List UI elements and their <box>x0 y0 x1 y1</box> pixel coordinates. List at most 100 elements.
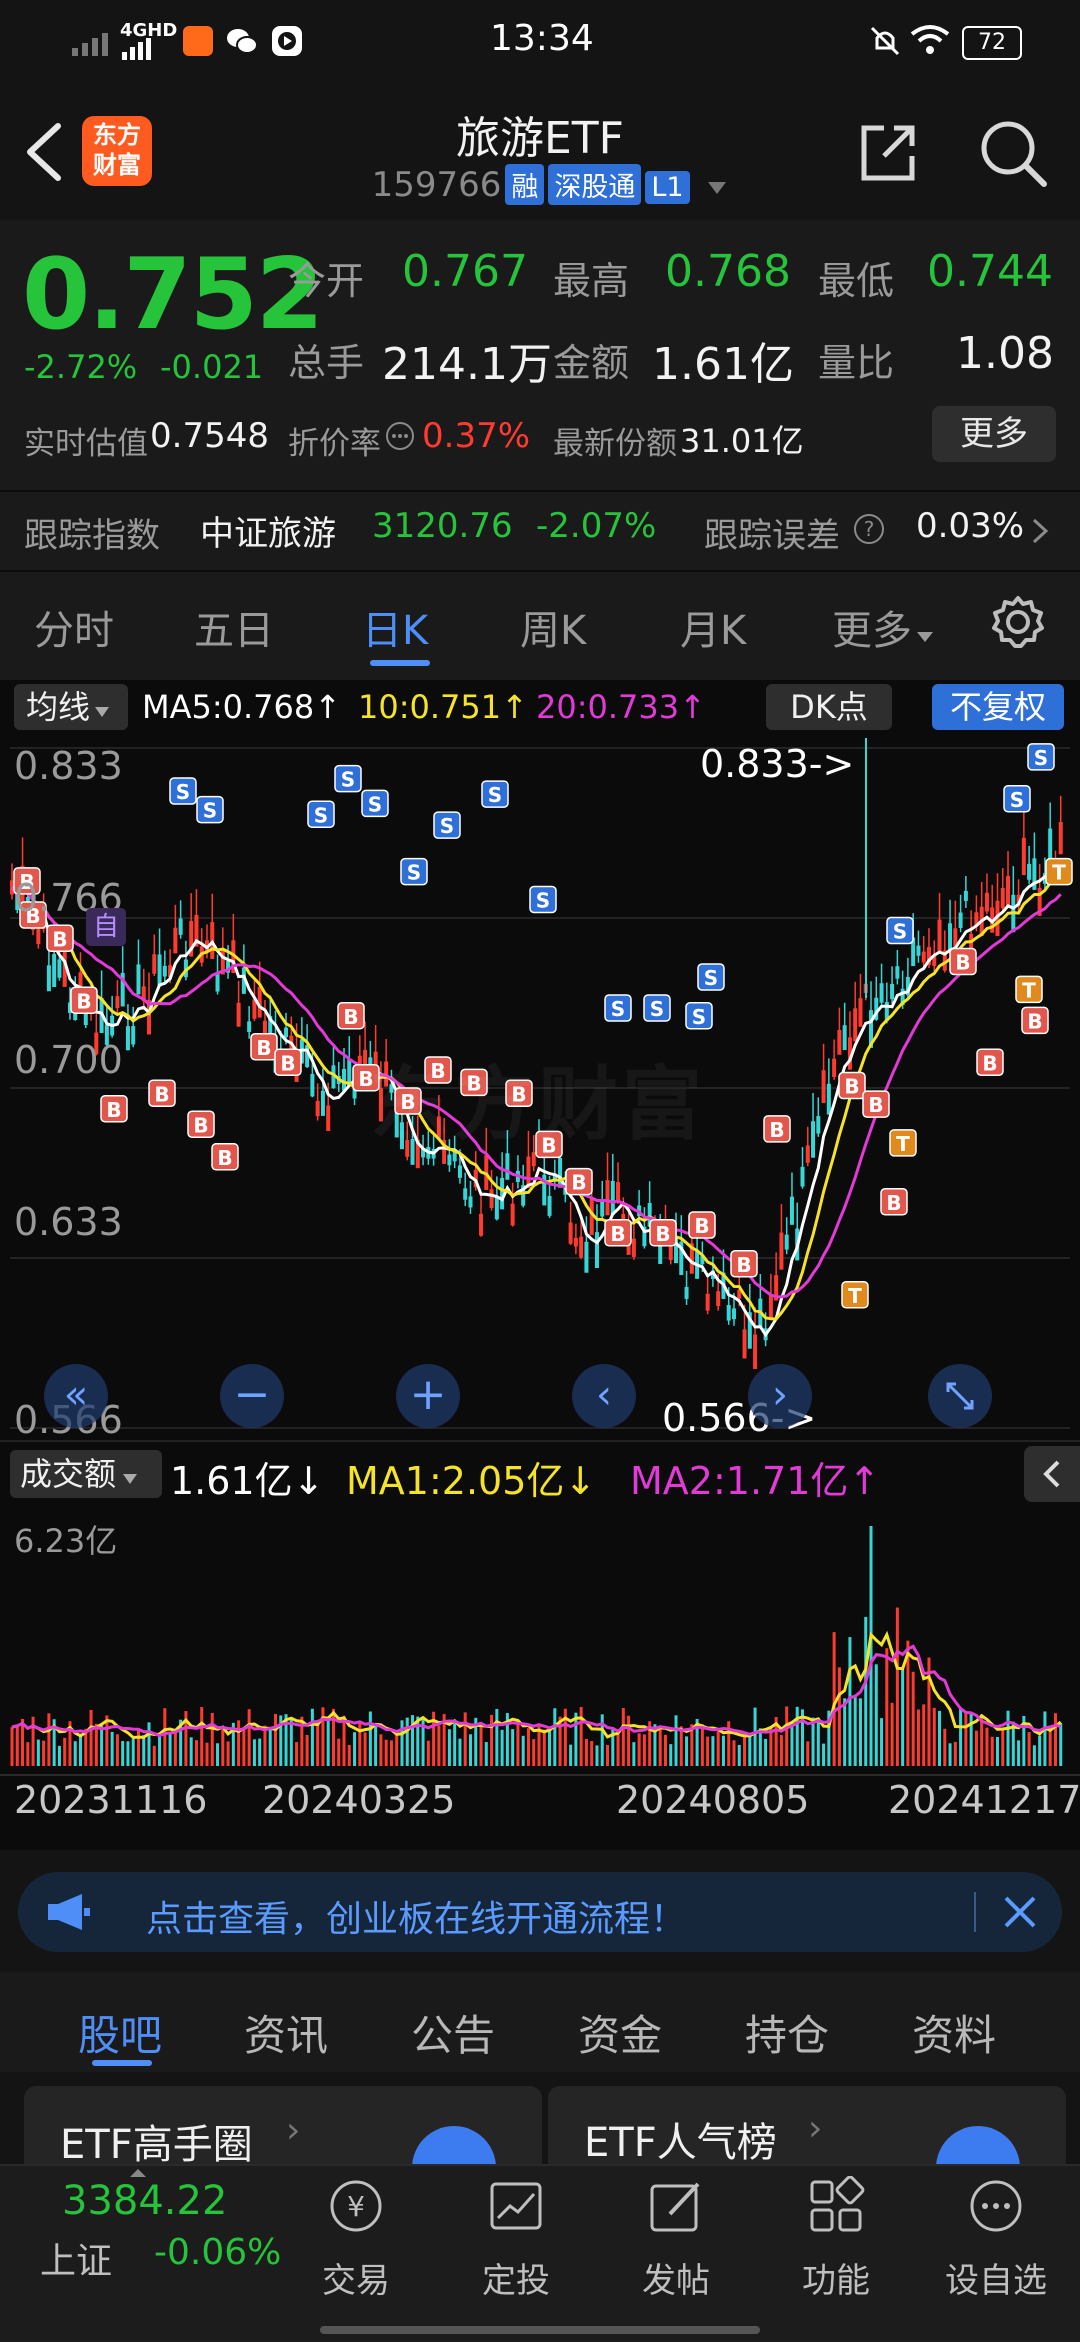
signal-marker-label: B <box>610 1222 625 1246</box>
kline-chart-area[interactable]: 均线 MA5:0.768↑ 10:0.751↑ 20:0.733↑ DK点 不复… <box>0 680 1080 1850</box>
candle-body <box>753 1334 758 1369</box>
volume-bar <box>47 1713 51 1766</box>
signal-marker-label: S <box>203 799 217 823</box>
scroll-right-button[interactable]: › <box>748 1364 812 1428</box>
close-icon[interactable] <box>1002 1894 1038 1930</box>
tab-news[interactable]: 资讯 <box>244 2002 328 2063</box>
volume-bar <box>168 1731 172 1766</box>
volume-bar <box>990 1736 994 1766</box>
candle-body <box>468 1196 473 1208</box>
volume-bar <box>853 1695 857 1766</box>
volume-bar <box>142 1735 146 1766</box>
info-dots-icon[interactable] <box>384 420 416 452</box>
volume-bar <box>948 1743 952 1766</box>
zoom-out-button[interactable]: − <box>220 1364 284 1428</box>
ma-selector[interactable]: 均线 <box>14 684 128 730</box>
more-button[interactable]: 更多 <box>932 406 1056 462</box>
nav-auto-invest[interactable]: 定投 <box>456 2176 576 2302</box>
volume-bar <box>1006 1710 1010 1766</box>
scroll-left-fast-button[interactable]: « <box>44 1364 108 1428</box>
signal-marker-label: T <box>896 1132 910 1156</box>
volume-bar <box>110 1731 114 1766</box>
candle-body <box>779 1232 784 1270</box>
nav-post-label: 发帖 <box>642 2261 710 2301</box>
tab-fund-flow[interactable]: 资金 <box>578 2002 662 2063</box>
nav-post[interactable]: 发帖 <box>616 2176 736 2302</box>
notice-banner[interactable]: 点击查看，创业板在线开通流程！ <box>18 1872 1062 1952</box>
volume-bar <box>490 1714 494 1766</box>
signal-marker-label: B <box>868 1093 883 1117</box>
dk-point-button[interactable]: DK点 <box>766 684 892 730</box>
etf-expert-circle-card[interactable]: ETF高手圈 › <box>24 2086 542 2164</box>
caret-down-icon <box>708 182 727 194</box>
zoom-in-button[interactable]: + <box>396 1364 460 1428</box>
help-icon[interactable]: ? <box>852 512 886 546</box>
volume-bar <box>500 1729 504 1766</box>
signal-marker-label: B <box>955 951 970 975</box>
tab-daily-k[interactable]: 日K <box>362 598 428 656</box>
volume-bar <box>221 1729 225 1766</box>
tab-weekly-k[interactable]: 周K <box>520 598 586 656</box>
double-left-icon: « <box>63 1372 89 1418</box>
volume-bar <box>26 1742 30 1766</box>
candle-body <box>921 951 926 963</box>
volume-bar <box>637 1733 641 1766</box>
signal-marker-label: S <box>488 783 502 807</box>
stock-code-row[interactable]: 159766 融深股通 L1 <box>360 164 740 205</box>
tab-monthly-k[interactable]: 月K <box>680 598 746 656</box>
volume-bar <box>1048 1726 1052 1766</box>
tab-forum[interactable]: 股吧 <box>78 2002 162 2063</box>
volume-bar <box>305 1734 309 1766</box>
candle-body <box>726 1304 731 1321</box>
volume-bar <box>89 1709 93 1766</box>
volume-bar <box>42 1740 46 1766</box>
ma10-legend: 10:0.751↑ <box>358 688 528 726</box>
volume-bar <box>453 1723 457 1766</box>
ratio-label: 量比 <box>818 341 895 385</box>
scroll-left-button[interactable]: ‹ <box>572 1364 636 1428</box>
collapse-panel-button[interactable] <box>1024 1446 1080 1502</box>
candle-body <box>842 1025 847 1051</box>
nav-add-watchlist[interactable]: 设自选 <box>936 2176 1056 2302</box>
iopv-label: 实时估值 <box>24 426 148 462</box>
tab-intraday[interactable]: 分时 <box>34 598 114 656</box>
chevron-right-icon: › <box>808 2108 823 2149</box>
search-icon[interactable] <box>978 118 1048 188</box>
share-icon[interactable] <box>856 120 920 184</box>
candle-body <box>547 1195 552 1216</box>
battery-icon: 72 <box>962 26 1022 60</box>
self-select-tag: 自 <box>86 908 126 946</box>
tab-five-day[interactable]: 五日 <box>194 598 274 656</box>
tab-more[interactable]: 更多 <box>832 598 934 656</box>
tab-holdings[interactable]: 持仓 <box>745 2002 829 2063</box>
signal-marker-label: S <box>650 997 664 1021</box>
volume-bar <box>837 1667 841 1766</box>
etf-popularity-card[interactable]: ETF人气榜 › <box>548 2086 1066 2164</box>
volume-bar <box>242 1728 246 1766</box>
signal-marker-label: S <box>692 1005 706 1029</box>
candle-body <box>584 1241 589 1273</box>
volume-indicator-selector[interactable]: 成交额 <box>10 1450 162 1498</box>
nav-trade[interactable]: ¥ 交易 <box>296 2176 416 2302</box>
volume-bar <box>10 1727 14 1766</box>
fullscreen-button[interactable] <box>928 1364 992 1428</box>
chevron-right-icon[interactable] <box>1030 516 1052 546</box>
tab-announcements[interactable]: 公告 <box>411 2002 495 2063</box>
adjust-type-button[interactable]: 不复权 <box>932 684 1064 730</box>
market-index-value[interactable]: 3384.22 <box>62 2178 227 2224</box>
nav-functions[interactable]: 功能 <box>776 2175 896 2302</box>
index-name[interactable]: 中证旅游 <box>200 506 336 555</box>
candle-body <box>173 927 178 954</box>
signal-marker-label: S <box>893 920 907 944</box>
candle-body <box>131 1026 136 1045</box>
signal-marker-label: B <box>52 927 67 951</box>
volume-bar <box>263 1725 267 1766</box>
settings-gear-icon[interactable] <box>990 594 1046 650</box>
volume-bar <box>663 1734 667 1766</box>
card-title: ETF高手圈 <box>60 2122 253 2164</box>
volume-chart[interactable] <box>0 1506 1080 1774</box>
volume-value: 214.1万 <box>382 339 552 390</box>
tab-profile[interactable]: 资料 <box>912 2002 996 2063</box>
candle-body <box>832 1058 837 1078</box>
volume-bar <box>595 1745 599 1766</box>
